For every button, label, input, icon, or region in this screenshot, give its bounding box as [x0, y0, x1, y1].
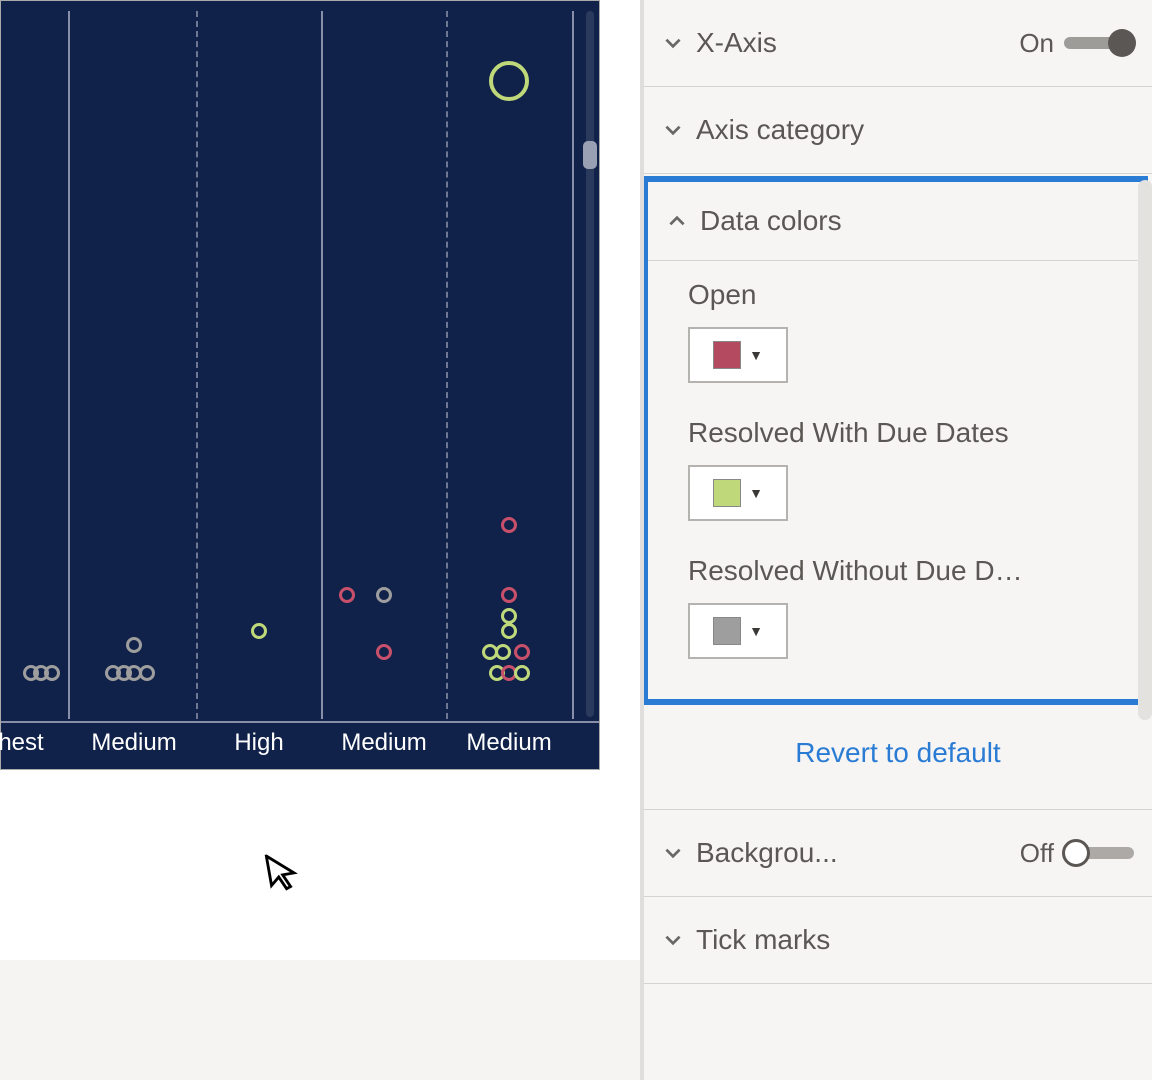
chart-point[interactable] — [514, 644, 530, 660]
chevron-up-icon — [666, 210, 688, 232]
switch-knob — [1062, 839, 1090, 867]
data-color-item: Open ▼ — [688, 279, 1114, 383]
chart-gridline — [446, 11, 448, 719]
scrollbar-track — [586, 11, 594, 717]
chart-point[interactable] — [501, 623, 517, 639]
revert-to-default-link[interactable]: Revert to default — [644, 707, 1152, 809]
color-swatch-preview — [713, 341, 741, 369]
chart-point[interactable] — [514, 665, 530, 681]
chart-point[interactable] — [489, 61, 529, 101]
canvas-bottom-area — [0, 960, 640, 1080]
panel-vertical-scrollbar[interactable] — [1138, 180, 1152, 720]
section-header-x-axis[interactable]: X-Axis On — [662, 0, 1134, 86]
format-panel: X-Axis On Axis category Data colors — [640, 0, 1152, 1080]
section-label: Axis category — [696, 114, 1134, 146]
data-color-name: Resolved Without Due Da... — [688, 555, 1028, 587]
color-picker-button[interactable]: ▼ — [688, 603, 788, 659]
caret-down-icon: ▼ — [749, 623, 763, 639]
x-tick-label: hest — [0, 729, 44, 757]
section-label: X-Axis — [696, 27, 1007, 59]
scrollbar-thumb[interactable] — [583, 141, 597, 169]
section-header-axis-category[interactable]: Axis category — [662, 87, 1134, 173]
toggle-state-label: On — [1019, 28, 1054, 59]
section-x-axis: X-Axis On — [644, 0, 1152, 87]
chart-point[interactable] — [376, 587, 392, 603]
chart-vertical-scrollbar[interactable] — [581, 11, 599, 717]
chart-point[interactable] — [339, 587, 355, 603]
chart-point[interactable] — [126, 637, 142, 653]
x-tick-label: Medium — [91, 729, 176, 757]
color-swatch-preview — [713, 617, 741, 645]
scatter-chart[interactable]: hest Medium High Medium Medium — [0, 0, 600, 770]
chart-point[interactable] — [44, 665, 60, 681]
chart-pane: hest Medium High Medium Medium — [0, 0, 640, 1080]
section-header-tick-marks[interactable]: Tick marks — [662, 897, 1134, 983]
annotation-highlight-box: Data colors Open ▼ Resolved With Due Dat… — [642, 176, 1148, 705]
chart-point[interactable] — [501, 517, 517, 533]
section-label: Backgrou... — [696, 837, 1008, 869]
section-header-data-colors[interactable]: Data colors — [666, 182, 1124, 260]
section-background: Backgrou... Off — [644, 809, 1152, 897]
toggle-x-axis[interactable]: On — [1019, 28, 1134, 59]
toggle-background[interactable]: Off — [1020, 838, 1134, 869]
data-color-item: Resolved Without Due Da... ▼ — [688, 555, 1114, 659]
mouse-cursor-icon — [264, 850, 302, 903]
chevron-down-icon — [662, 119, 684, 141]
chevron-down-icon — [662, 929, 684, 951]
chevron-down-icon — [662, 32, 684, 54]
switch-track — [1064, 37, 1134, 49]
caret-down-icon: ▼ — [749, 347, 763, 363]
switch-track — [1064, 847, 1134, 859]
section-axis-category: Axis category — [644, 87, 1152, 174]
chart-wrap: hest Medium High Medium Medium — [0, 0, 640, 770]
chevron-down-icon — [662, 842, 684, 864]
section-header-background[interactable]: Backgrou... Off — [662, 810, 1134, 896]
color-picker-button[interactable]: ▼ — [688, 465, 788, 521]
color-swatch-preview — [713, 479, 741, 507]
color-picker-button[interactable]: ▼ — [688, 327, 788, 383]
data-color-name: Resolved With Due Dates — [688, 417, 1028, 449]
chart-column-sep — [68, 11, 70, 719]
x-tick-label: Medium — [341, 729, 426, 757]
chart-point[interactable] — [376, 644, 392, 660]
section-data-colors: Data colors — [648, 182, 1142, 261]
x-axis-line — [1, 721, 599, 723]
data-colors-body: Open ▼ Resolved With Due Dates ▼ Resolve… — [648, 261, 1142, 699]
section-label: Tick marks — [696, 924, 1134, 956]
data-color-item: Resolved With Due Dates ▼ — [688, 417, 1114, 521]
x-tick-label: Medium — [466, 729, 551, 757]
toggle-state-label: Off — [1020, 838, 1054, 869]
data-color-name: Open — [688, 279, 1028, 311]
section-label: Data colors — [700, 205, 1124, 237]
chart-point[interactable] — [139, 665, 155, 681]
chart-column-sep — [321, 11, 323, 719]
chart-gridline — [196, 11, 198, 719]
chart-column-sep — [572, 11, 574, 719]
switch-knob — [1108, 29, 1136, 57]
section-tick-marks: Tick marks — [644, 897, 1152, 984]
caret-down-icon: ▼ — [749, 485, 763, 501]
x-tick-label: High — [234, 729, 283, 757]
chart-point[interactable] — [501, 587, 517, 603]
chart-point[interactable] — [495, 644, 511, 660]
chart-point[interactable] — [251, 623, 267, 639]
